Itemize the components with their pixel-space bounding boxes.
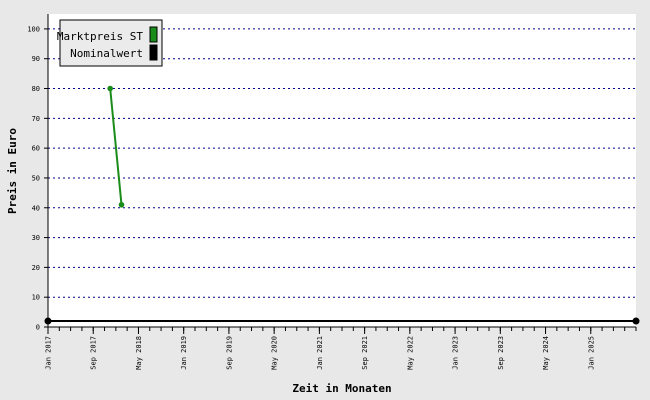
y-tick-label: 80 bbox=[32, 85, 40, 93]
data-point bbox=[118, 201, 125, 208]
data-point bbox=[44, 317, 52, 325]
x-tick-label: Sep 2019 bbox=[225, 336, 233, 370]
x-tick-label: May 2022 bbox=[406, 336, 414, 370]
legend-swatch-marktpreis bbox=[149, 26, 158, 43]
x-tick-label: Jan 2025 bbox=[587, 336, 595, 370]
y-tick-label: 0 bbox=[36, 324, 40, 332]
x-tick-label: Jan 2017 bbox=[45, 336, 53, 370]
legend: Marktpreis ST Nominalwert bbox=[57, 19, 163, 67]
y-tick-label: 30 bbox=[32, 234, 40, 242]
legend-label-marktpreis: Marktpreis ST bbox=[57, 30, 143, 43]
chart: 0 10 20 30 40 50 60 70 80 90 100 Jan 2017 Sep 2017 M… bbox=[0, 0, 650, 400]
y-tick-label: 70 bbox=[32, 115, 40, 123]
y-tick-label: 50 bbox=[32, 174, 40, 182]
y-tick-label: 90 bbox=[32, 55, 40, 63]
x-tick-label: Sep 2017 bbox=[90, 336, 98, 370]
x-tick-label: Jan 2019 bbox=[180, 336, 188, 370]
legend-swatch-nominalwert bbox=[149, 44, 158, 61]
x-tick-label: Sep 2023 bbox=[497, 336, 505, 370]
y-tick-label: 40 bbox=[32, 204, 40, 212]
data-point bbox=[107, 85, 113, 92]
y-tick-label: 10 bbox=[32, 294, 40, 302]
x-tick-label: May 2018 bbox=[135, 336, 143, 370]
data-point bbox=[632, 317, 640, 325]
y-tick-label: 20 bbox=[32, 264, 40, 272]
x-tick-label: Jan 2021 bbox=[316, 336, 324, 370]
x-tick-label: Jan 2023 bbox=[452, 336, 460, 370]
x-tick-label: Sep 2021 bbox=[361, 336, 369, 370]
y-tick-label: 100 bbox=[27, 25, 40, 33]
y-axis-title: Preis in Euro bbox=[6, 128, 19, 214]
x-tick-label: May 2020 bbox=[271, 336, 279, 370]
legend-label-nominalwert: Nominalwert bbox=[70, 47, 143, 60]
y-tick-label: 60 bbox=[32, 145, 40, 153]
x-axis-title: Zeit in Monaten bbox=[292, 382, 391, 395]
x-tick-label: May 2024 bbox=[542, 336, 550, 370]
